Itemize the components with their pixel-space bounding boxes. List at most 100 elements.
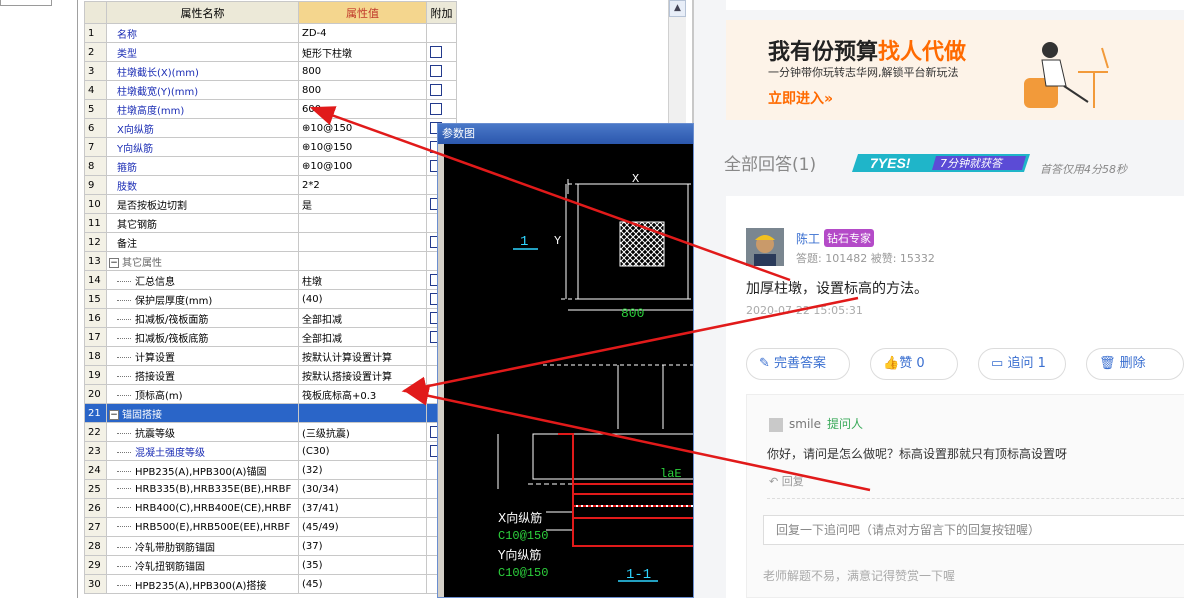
add-checkbox[interactable] [430,103,442,115]
property-name[interactable]: 顶标高(m) [106,384,299,404]
table-row[interactable]: 1 名称 ZD-4 [84,23,457,43]
table-row[interactable]: 4 柱墩截宽(Y)(mm) 800 [84,80,457,100]
table-row[interactable]: 30 HPB235(A),HPB300(A)搭接 (45) [84,574,457,594]
table-row[interactable]: 26 HRB400(C),HRB400E(CE),HRBF (37/41) [84,498,457,518]
property-value[interactable]: 按默认计算设置计算 [298,346,427,366]
property-value[interactable] [298,251,427,271]
table-row[interactable]: 5 柱墩高度(mm) 600 [84,99,457,119]
property-value[interactable]: 2*2 [298,175,427,195]
table-row[interactable]: 14 汇总信息 柱墩 [84,270,457,290]
avatar[interactable] [746,228,784,266]
add-checkbox[interactable] [430,84,442,96]
table-row[interactable]: 22 抗震等级 (三级抗震) [84,422,457,442]
property-name[interactable]: 计算设置 [106,346,299,366]
property-name[interactable]: 柱墩截宽(Y)(mm) [106,80,299,100]
banner-enter-link[interactable]: 立即进入» [768,88,833,108]
table-row[interactable]: 10 是否按板边切割 是 [84,194,457,214]
property-value[interactable]: 柱墩 [298,270,427,290]
property-value[interactable]: 800 [298,80,427,100]
table-row[interactable]: 23 混凝土强度等级 (C30) [84,441,457,461]
property-name[interactable]: 混凝土强度等级 [106,441,299,461]
table-row[interactable]: 19 搭接设置 按默认搭接设置计算 [84,365,457,385]
table-row[interactable]: 20 顶标高(m) 筏板底标高+0.3 [84,384,457,404]
scroll-up-button[interactable]: ▲ [669,0,686,17]
property-name[interactable]: HRB335(B),HRB335E(BE),HRBF [106,479,299,499]
table-row[interactable]: 7 Y向纵筋 ⊕10@150 [84,137,457,157]
expand-icon[interactable]: − [109,257,119,268]
table-row[interactable]: 11 其它钢筋 [84,213,457,233]
property-value[interactable]: (45/49) [298,517,427,537]
property-value[interactable]: (37) [298,536,427,556]
header-name[interactable]: 属性名称 [106,1,299,24]
table-row[interactable]: 16 扣减板/筏板面筋 全部扣减 [84,308,457,328]
property-name[interactable]: 类型 [106,42,299,62]
table-row[interactable]: 18 计算设置 按默认计算设置计算 [84,346,457,366]
property-value[interactable]: 筏板底标高+0.3 [298,384,427,404]
property-name[interactable]: 冷轧扭钢筋锚固 [106,555,299,575]
property-value[interactable]: 600 [298,99,427,119]
property-value[interactable]: 全部扣减 [298,327,427,347]
reply-link[interactable]: ↶ 回复 [769,473,804,489]
property-name[interactable]: HPB235(A),HPB300(A)锚固 [106,460,299,480]
promo-banner[interactable]: 我有份预算找人代做 一分钟带你玩转志华网,解锁平台新玩法 立即进入» [726,20,1184,120]
property-name[interactable]: HRB400(C),HRB400E(CE),HRBF [106,498,299,518]
table-row[interactable]: 2 类型 矩形下柱墩 [84,42,457,62]
property-value[interactable] [298,232,427,252]
property-name[interactable]: 抗震等级 [106,422,299,442]
table-row[interactable]: 13− 其它属性 [84,251,457,271]
property-name[interactable]: 冷轧带肋钢筋锚固 [106,536,299,556]
property-value[interactable]: (32) [298,460,427,480]
property-value[interactable]: ⊕10@100 [298,156,427,176]
property-name[interactable]: 保护层厚度(mm) [106,289,299,309]
property-name[interactable]: 备注 [106,232,299,252]
property-name[interactable]: X向纵筋 [106,118,299,138]
header-value[interactable]: 属性值 [298,1,427,24]
property-value[interactable]: 是 [298,194,427,214]
reference-window-title[interactable]: 参数图 [438,124,693,144]
table-row[interactable]: 27 HRB500(E),HRB500E(EE),HRBF (45/49) [84,517,457,537]
table-row[interactable]: 8 箍筋 ⊕10@100 [84,156,457,176]
property-name[interactable]: 搭接设置 [106,365,299,385]
property-name[interactable]: 扣减板/筏板底筋 [106,327,299,347]
expand-icon[interactable]: − [109,409,119,420]
property-value[interactable]: (45) [298,574,427,594]
property-value[interactable]: ZD-4 [298,23,427,43]
property-name[interactable]: − 锚固搭接 [106,403,299,423]
property-value[interactable]: 按默认搭接设置计算 [298,365,427,385]
property-value[interactable] [298,213,427,233]
header-add[interactable]: 附加 [426,1,457,24]
property-name[interactable]: 箍筋 [106,156,299,176]
property-value[interactable]: (C30) [298,441,427,461]
answerer-name[interactable]: 陈工 [796,230,820,247]
add-checkbox[interactable] [430,65,442,77]
delete-button[interactable]: 🗑 删除 [1086,348,1184,380]
property-value[interactable]: (37/41) [298,498,427,518]
property-value[interactable]: 矩形下柱墩 [298,42,427,62]
property-value[interactable] [298,403,427,423]
property-name[interactable]: 是否按板边切割 [106,194,299,214]
property-value[interactable]: ⊕10@150 [298,118,427,138]
table-row[interactable]: 17 扣减板/筏板底筋 全部扣减 [84,327,457,347]
table-row[interactable]: 12 备注 [84,232,457,252]
table-row[interactable]: 29 冷轧扭钢筋锚固 (35) [84,555,457,575]
property-name[interactable]: HRB500(E),HRB500E(EE),HRBF [106,517,299,537]
property-value[interactable]: ⊕10@150 [298,137,427,157]
table-row[interactable]: 15 保护层厚度(mm) (40) [84,289,457,309]
table-row[interactable]: 24 HPB235(A),HPB300(A)锚固 (32) [84,460,457,480]
property-name[interactable]: 名称 [106,23,299,43]
follow-up-button[interactable]: ▭ 追问 1 [978,348,1066,380]
complete-answer-button[interactable]: ✎ 完善答案 [746,348,850,380]
reply-input[interactable]: 回复一下追问吧（请点对方留言下的回复按钮喔） [763,515,1184,545]
property-name[interactable]: Y向纵筋 [106,137,299,157]
table-row[interactable]: 28 冷轧带肋钢筋锚固 (37) [84,536,457,556]
property-name[interactable]: − 其它属性 [106,251,299,271]
property-value[interactable]: (30/34) [298,479,427,499]
property-value[interactable]: 全部扣减 [298,308,427,328]
table-row[interactable]: 6 X向纵筋 ⊕10@150 [84,118,457,138]
property-name[interactable]: 扣减板/筏板面筋 [106,308,299,328]
property-value[interactable]: (35) [298,555,427,575]
property-value[interactable]: (三级抗震) [298,422,427,442]
property-name[interactable]: 柱墩截长(X)(mm) [106,61,299,81]
table-row[interactable]: 21− 锚固搭接 [84,403,457,423]
property-name[interactable]: 其它钢筋 [106,213,299,233]
